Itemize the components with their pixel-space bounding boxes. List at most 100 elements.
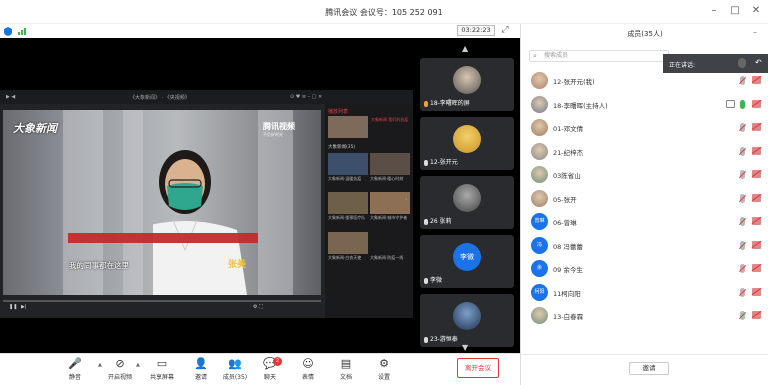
- playlist-caption: 大象新闻·温暖抗疫: [328, 176, 362, 181]
- member-avatar: [531, 142, 548, 160]
- camera-off-icon[interactable]: [752, 240, 761, 249]
- shield-icon[interactable]: [4, 27, 12, 36]
- member-avatar: [531, 95, 548, 113]
- emoji-button[interactable]: ☺ 表情: [288, 358, 328, 385]
- member-avatar: [531, 119, 548, 136]
- member-row[interactable]: 21-纪梓杰: [531, 142, 767, 162]
- video-player[interactable]: 大象新闻 腾讯视频 不负好时光 我的同事都在这里 张美: [3, 110, 321, 295]
- next-icon[interactable]: ▶|: [21, 304, 27, 310]
- microphone-icon[interactable]: [740, 99, 745, 109]
- member-name: 03陈省山: [553, 172, 581, 180]
- playlist-caption: 大象新闻·援鄂医疗队: [328, 215, 366, 220]
- member-avatar: [531, 166, 548, 183]
- chevron-right-icon[interactable]: ›: [405, 196, 407, 203]
- playlist-thumb[interactable]: [328, 153, 368, 175]
- member-name: 11柯向阳: [553, 289, 581, 298]
- meeting-toolbar: 🎤 静音 ▲ ⊘ 开启视频 ▲ ▭ 共享屏幕 👤 邀请 👥 成员(35) 💬 2 聊天 ☺ 表情…: [0, 353, 520, 385]
- microphone-muted-icon[interactable]: [740, 287, 745, 297]
- playlist-thumb[interactable]: [370, 153, 410, 175]
- members-panel-footer: 邀请: [521, 354, 768, 385]
- member-row[interactable]: 余 09 余今生: [531, 259, 767, 279]
- maximize-icon[interactable]: □: [729, 5, 741, 17]
- close-icon[interactable]: ✕: [750, 5, 762, 17]
- member-row[interactable]: 柯阳 11柯向阳: [531, 283, 767, 303]
- member-name: 18-李曙晖(主持人): [553, 101, 608, 110]
- document-icon: ▤: [340, 357, 352, 370]
- tile-name-text: 23-游恒泰: [430, 336, 458, 343]
- microphone-muted-icon[interactable]: [740, 193, 745, 203]
- scroll-down-icon[interactable]: ▼: [462, 343, 468, 352]
- undo-icon[interactable]: ↶: [755, 58, 762, 67]
- panel-close-icon[interactable]: –: [753, 28, 757, 37]
- share-screen-button[interactable]: ▭ 共享屏幕: [142, 358, 182, 385]
- video-tile[interactable]: 12-张开元: [420, 117, 514, 170]
- member-name: 12-张开元(我): [553, 78, 595, 86]
- member-search-input[interactable]: ⌕ 搜索成员: [529, 50, 669, 62]
- scroll-up-icon[interactable]: ▲: [462, 44, 468, 53]
- meeting-window: 腾讯会议 会议号：105 252 091 – □ ✕ 03:22:23 ⤢ ▶ …: [0, 0, 768, 385]
- member-row[interactable]: 05-张开: [531, 189, 767, 209]
- video-tile[interactable]: 23-游恒泰: [420, 294, 514, 347]
- members-button[interactable]: 👥 成员(35): [215, 358, 255, 385]
- playlist-thumb[interactable]: [370, 192, 410, 214]
- camera-off-icon[interactable]: [752, 264, 761, 272]
- member-row[interactable]: 13-白春霖: [531, 306, 767, 326]
- microphone-muted-icon[interactable]: [740, 264, 745, 273]
- member-row[interactable]: 12-张开元(我): [531, 71, 767, 91]
- microphone-muted-icon[interactable]: [740, 170, 745, 179]
- playlist-caption: 大象新闻·白衣天使: [328, 255, 362, 260]
- member-avatar: 余: [531, 260, 548, 277]
- search-icon: ⌕: [533, 52, 537, 60]
- microphone-muted-icon[interactable]: [740, 146, 745, 156]
- microphone-muted-icon[interactable]: [740, 217, 745, 226]
- member-row[interactable]: 冯 08 冯蕾蕾: [531, 236, 767, 256]
- video-tile[interactable]: 18-李曙晖的屏: [420, 58, 514, 111]
- invite-members-button[interactable]: 邀请: [629, 362, 669, 375]
- camera-off-icon[interactable]: [752, 217, 761, 225]
- camera-off-icon[interactable]: [752, 311, 761, 319]
- camera-off-icon[interactable]: [752, 123, 761, 131]
- camera-off-icon[interactable]: [752, 99, 761, 108]
- video-tile[interactable]: 李微 李微: [420, 235, 514, 288]
- player-progress[interactable]: [3, 300, 321, 302]
- leave-meeting-button[interactable]: 离开会议: [457, 358, 499, 378]
- video-options-caret[interactable]: ▲: [136, 362, 140, 368]
- document-button[interactable]: ▤ 文档: [326, 358, 366, 385]
- camera-off-icon[interactable]: [752, 287, 761, 296]
- playlist-thumb[interactable]: [328, 116, 368, 138]
- camera-off-icon[interactable]: [752, 76, 761, 84]
- camera-off-icon[interactable]: [752, 146, 761, 155]
- microphone-muted-icon[interactable]: [740, 240, 745, 250]
- player-controls: ❚❚ ▶| ⚙ ⛶: [3, 300, 321, 314]
- members-icon: 👥: [228, 357, 242, 370]
- settings-button[interactable]: ⚙ 设置: [364, 358, 404, 385]
- start-video-button[interactable]: ⊘ 开启视频: [100, 358, 140, 385]
- member-row[interactable]: 01-邓文倩: [531, 118, 767, 138]
- tile-name-text: 18-李曙晖的屏: [430, 100, 470, 107]
- camera-off-icon[interactable]: [752, 193, 761, 202]
- screen-share-icon: ▭: [156, 357, 168, 370]
- chat-button[interactable]: 💬 2 聊天: [250, 357, 290, 385]
- speaking-mic-icon: [738, 58, 746, 68]
- video-tile[interactable]: 26 张莉: [420, 176, 514, 229]
- camera-off-icon[interactable]: [752, 170, 761, 178]
- playlist-thumb[interactable]: [328, 232, 368, 254]
- member-name: 05-张开: [553, 195, 577, 204]
- pause-icon[interactable]: ❚❚: [9, 304, 17, 310]
- member-row[interactable]: 18-李曙晖(主持人): [531, 95, 767, 115]
- microphone-muted-icon[interactable]: [740, 311, 745, 320]
- fullscreen-icon[interactable]: ⤢: [500, 25, 510, 35]
- member-row[interactable]: 曾琳 06-曾琳: [531, 212, 767, 232]
- minimize-icon[interactable]: –: [708, 5, 720, 17]
- microphone-muted-icon[interactable]: [740, 123, 745, 132]
- mute-button[interactable]: 🎤 静音: [55, 358, 95, 385]
- video-subtitle: 我的同事都在这里: [69, 261, 129, 270]
- microphone-icon: [424, 336, 428, 343]
- member-row[interactable]: 03陈省山: [531, 165, 767, 185]
- microphone-muted-icon[interactable]: [740, 76, 745, 85]
- player-settings-icon[interactable]: ⚙ ⛶: [253, 304, 263, 310]
- member-name: 21-纪梓杰: [553, 148, 584, 157]
- playlist-thumb[interactable]: [328, 192, 368, 214]
- chat-badge: 2: [273, 357, 282, 366]
- signal-icon[interactable]: [18, 27, 28, 35]
